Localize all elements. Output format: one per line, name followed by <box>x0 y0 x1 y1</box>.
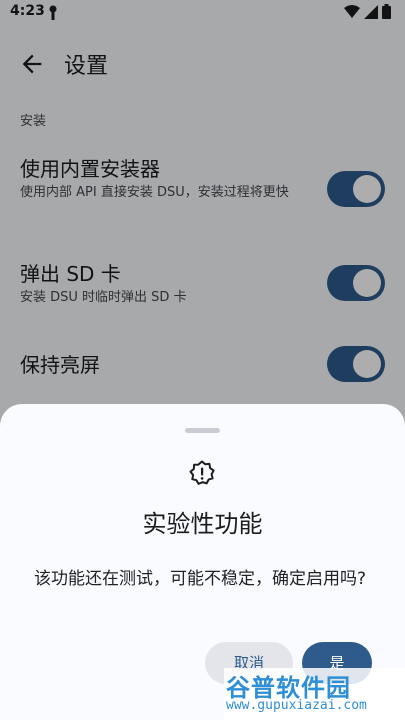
watermark: 谷普软件园 www.gupuxiazai.com <box>224 668 405 720</box>
drag-handle[interactable] <box>185 428 220 433</box>
warning-icon <box>189 460 215 485</box>
watermark-url: www.gupuxiazai.com <box>226 698 367 713</box>
sheet-message: 该功能还在测试，可能不稳定，确定启用吗? <box>34 569 367 589</box>
sheet-title: 实验性功能 <box>142 510 263 538</box>
